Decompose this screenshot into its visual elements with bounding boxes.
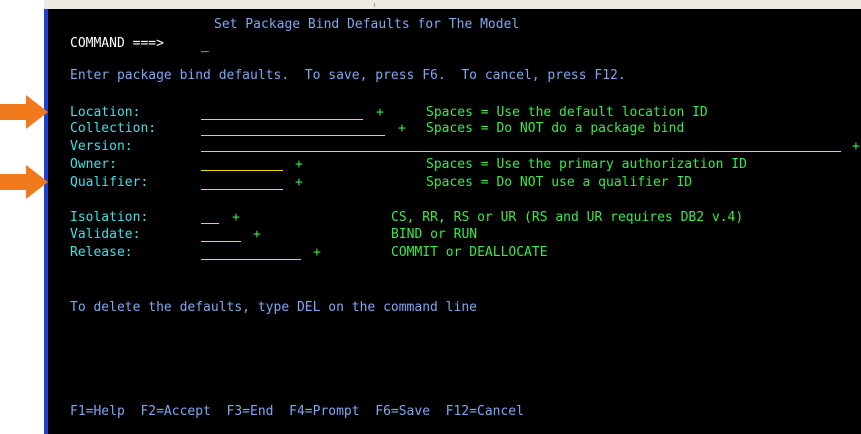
qualifier-help: Spaces = Do NOT use a qualifier ID (426, 175, 693, 190)
location-label: Location: (70, 105, 141, 120)
delete-instructions: To delete the defaults, type DEL on the … (70, 300, 477, 315)
validate-label: Validate: (70, 227, 141, 242)
owner-label: Owner: (70, 157, 117, 172)
release-field[interactable] (201, 259, 301, 260)
instructions-text: Enter package bind defaults. To save, pr… (70, 68, 626, 83)
release-help: COMMIT or DEALLOCATE (391, 245, 548, 260)
location-help: Spaces = Use the default location ID (426, 105, 708, 120)
owner-prompt-plus: + (295, 157, 303, 172)
location-field[interactable] (201, 119, 363, 120)
validate-prompt-plus: + (253, 227, 261, 242)
release-prompt-plus: + (313, 245, 321, 260)
isolation-label: Isolation: (70, 210, 149, 225)
terminal-screen: Set Package Bind Defaults for The Model … (48, 9, 861, 434)
validate-help: BIND or RUN (391, 227, 478, 242)
location-prompt-plus: + (376, 105, 384, 120)
version-field[interactable] (201, 151, 841, 152)
version-label: Version: (70, 139, 133, 154)
qualifier-prompt-plus: + (295, 175, 303, 190)
owner-help: Spaces = Use the primary authorization I… (426, 157, 747, 172)
collection-prompt-plus: + (398, 121, 406, 136)
panel-title: Set Package Bind Defaults for The Model (214, 17, 520, 32)
arrow-right-icon (0, 95, 48, 129)
qualifier-field[interactable] (201, 189, 283, 190)
qualifier-label: Qualifier: (70, 175, 149, 190)
text-cursor: _ (201, 38, 209, 53)
collection-help: Spaces = Do NOT do a package bind (426, 121, 685, 136)
command-label: COMMAND ===> (70, 36, 164, 51)
isolation-field[interactable] (201, 223, 219, 224)
window-top-bar (44, 0, 861, 9)
version-prompt-plus: + (852, 139, 860, 154)
validate-field[interactable] (201, 241, 241, 242)
arrow-right-icon (0, 165, 48, 199)
function-key-bar[interactable]: F1=Help F2=Accept F3=End F4=Prompt F6=Sa… (70, 404, 524, 420)
collection-label: Collection: (70, 121, 157, 136)
owner-field[interactable] (201, 170, 283, 171)
isolation-help: CS, RR, RS or UR (RS and UR requires DB2… (391, 210, 744, 225)
top-bar-tick (374, 3, 375, 7)
collection-field[interactable] (201, 135, 385, 136)
isolation-prompt-plus: + (232, 210, 240, 225)
release-label: Release: (70, 245, 133, 260)
